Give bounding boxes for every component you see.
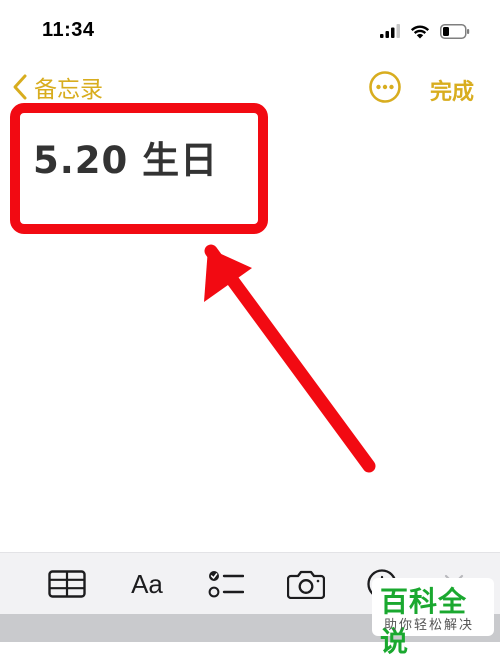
status-bar: 11:34 [0,0,500,62]
camera-icon [287,570,325,599]
status-time: 11:34 [42,19,95,41]
done-button[interactable]: 完成 [430,74,474,106]
format-text-icon: Aa [131,568,163,599]
chevron-left-icon [13,74,27,100]
ellipsis-circle-icon [369,71,401,103]
format-text-button[interactable]: Aa [126,567,168,601]
table-button[interactable] [47,567,87,601]
status-icons [380,21,470,41]
cellular-signal-icon [380,24,400,38]
watermark: 百科全说 助你轻松解决 [372,578,494,658]
watermark-subtitle: 助你轻松解决 [384,618,475,633]
checklist-button[interactable] [207,567,245,601]
camera-button[interactable] [286,567,326,601]
more-options-button[interactable] [368,70,402,104]
highlight-box [10,103,268,234]
battery-icon [440,23,470,39]
back-button[interactable]: 备忘录 [12,70,103,104]
checklist-icon [208,571,244,598]
wifi-icon [410,25,430,38]
back-label: 备忘录 [34,77,103,103]
table-icon [48,570,86,598]
